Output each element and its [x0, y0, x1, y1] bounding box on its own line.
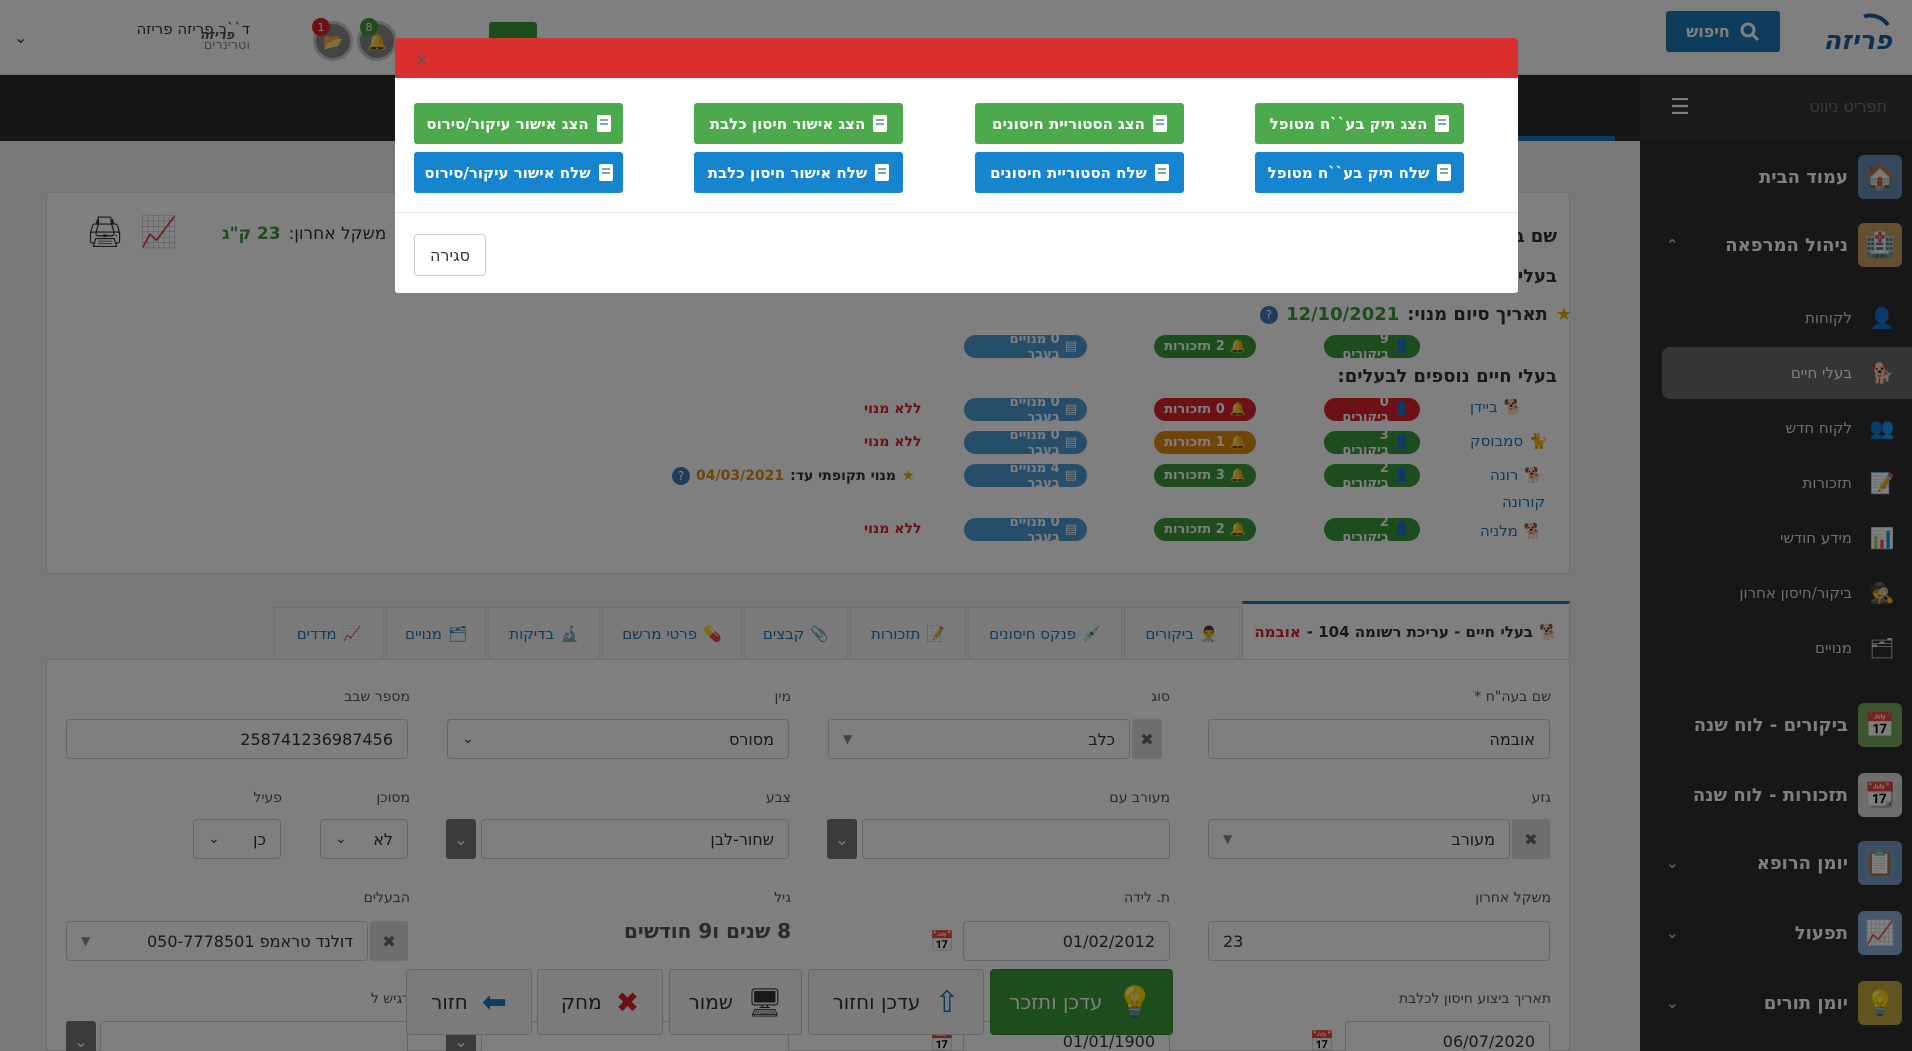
- document-icon: [1437, 164, 1452, 181]
- document-icon: [1435, 115, 1450, 132]
- send-vaccination-history-button[interactable]: שלח הסטוריית חיסונים: [975, 152, 1184, 193]
- close-button[interactable]: סגירה: [414, 234, 486, 276]
- certificate-icon: [875, 164, 890, 181]
- send-pet-file-button[interactable]: שלח תיק בע``ח מטופל: [1255, 152, 1464, 193]
- show-rabies-certificate-button[interactable]: הצג אישור חיסון כלבת: [694, 103, 903, 144]
- document-actions-modal: × הצג תיק בע``ח מטופל הצג הסטוריית חיסונ…: [395, 38, 1518, 293]
- divider: [395, 212, 1518, 213]
- certificate-icon: [873, 115, 888, 132]
- close-icon[interactable]: ×: [415, 50, 428, 69]
- show-vaccination-history-button[interactable]: הצג הסטוריית חיסונים: [975, 103, 1184, 144]
- certificate-icon: [598, 164, 613, 181]
- document-icon: [1152, 115, 1167, 132]
- send-neuter-certificate-button[interactable]: שלח אישור עיקור/סירוס: [414, 152, 623, 193]
- show-neuter-certificate-button[interactable]: הצג אישור עיקור/סירוס: [414, 103, 623, 144]
- certificate-icon: [596, 115, 611, 132]
- show-pet-file-button[interactable]: הצג תיק בע``ח מטופל: [1255, 103, 1464, 144]
- send-rabies-certificate-button[interactable]: שלח אישור חיסון כלבת: [694, 152, 903, 193]
- document-icon: [1154, 164, 1169, 181]
- modal-header: [395, 38, 1518, 78]
